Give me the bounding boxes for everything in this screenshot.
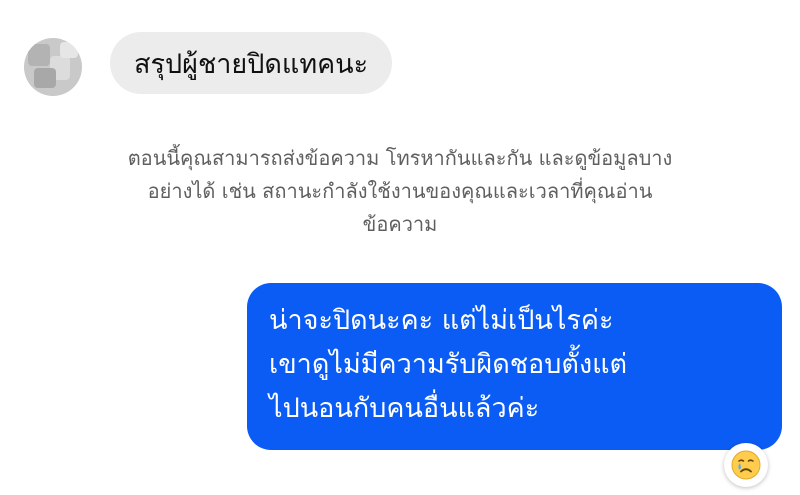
outgoing-message-line: เขาดูไม่มีความรับผิดชอบตั้งแต่ bbox=[269, 349, 628, 380]
outgoing-message-bubble[interactable]: น่าจะปิดนะคะ แต่ไม่เป็นไรค่ะ เขาดูไม่มีค… bbox=[247, 283, 782, 450]
message-reaction[interactable] bbox=[724, 443, 768, 487]
avatar-blur-patch bbox=[34, 68, 56, 88]
outgoing-message-line: น่าจะปิดนะคะ แต่ไม่เป็นไรค่ะ bbox=[269, 305, 614, 336]
incoming-message-text: สรุปผู้ชายปิดแทคนะ bbox=[134, 48, 369, 80]
system-notice-line: อย่างได้ เช่น สถานะกำลังใช้งานของคุณและเ… bbox=[147, 179, 653, 203]
outgoing-message-line: ไปนอนกับคนอื่นแล้วค่ะ bbox=[269, 393, 540, 424]
crying-face-icon bbox=[731, 450, 761, 480]
sender-avatar[interactable] bbox=[24, 38, 82, 96]
chat-thread: สรุปผู้ชายปิดแทคนะ ตอนนี้คุณสามารถส่งข้อ… bbox=[0, 0, 800, 495]
avatar-blur-patch bbox=[60, 42, 78, 58]
incoming-message-bubble[interactable]: สรุปผู้ชายปิดแทคนะ bbox=[110, 32, 393, 94]
avatar-blur-patch bbox=[28, 44, 50, 66]
system-notice-line: ข้อความ bbox=[362, 212, 438, 236]
system-notice: ตอนนี้คุณสามารถส่งข้อความ โทรหากันและกัน… bbox=[20, 142, 780, 241]
system-notice-line: ตอนนี้คุณสามารถส่งข้อความ โทรหากันและกัน… bbox=[127, 146, 673, 170]
